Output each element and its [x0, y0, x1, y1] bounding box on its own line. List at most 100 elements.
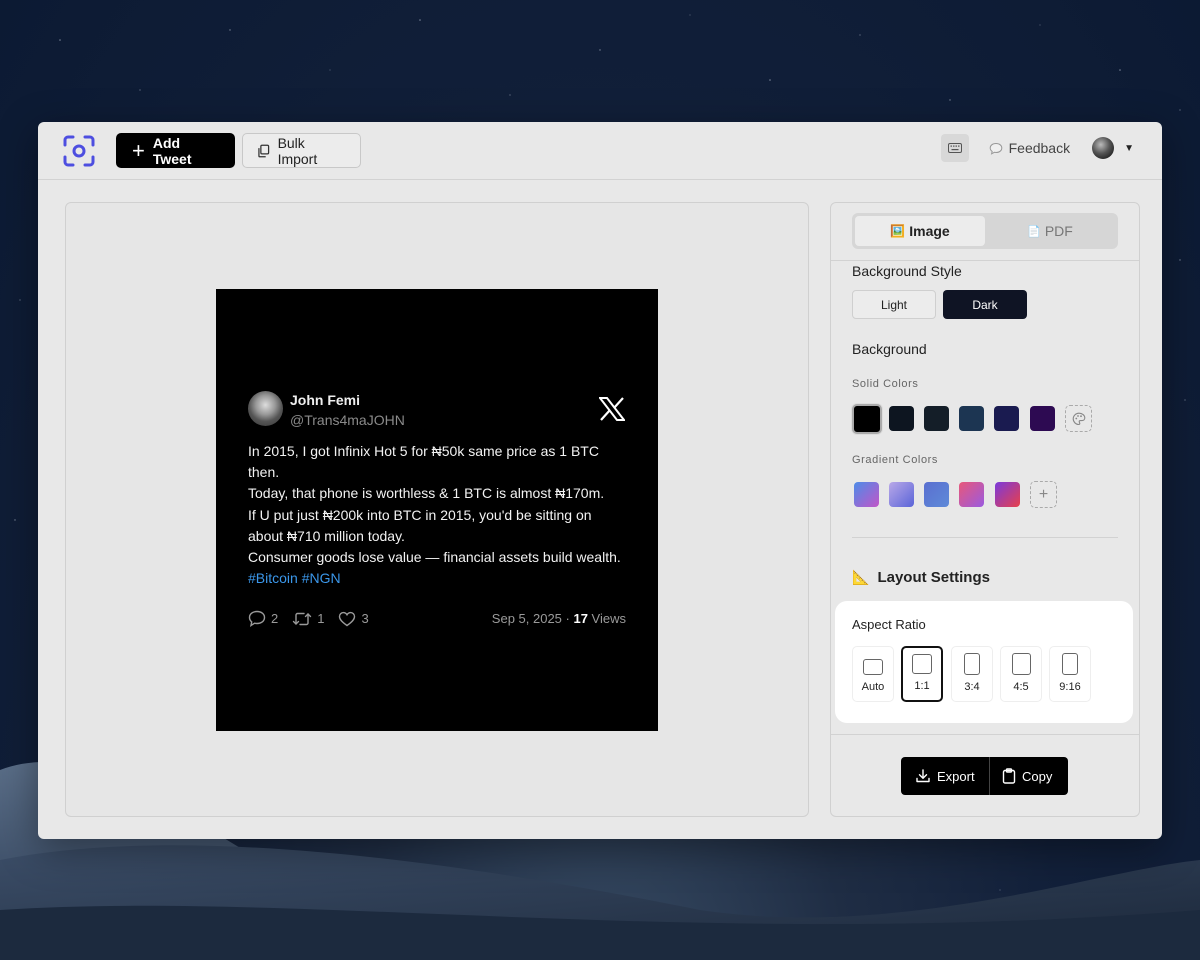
divider: [831, 260, 1139, 261]
solid-color-swatch[interactable]: [924, 406, 949, 431]
bulk-import-label: Bulk Import: [277, 134, 318, 167]
feedback-label: Feedback: [1008, 140, 1071, 156]
aspect-ratio-card: Aspect Ratio Auto 1:1 3:4 4:5 9:16: [835, 601, 1133, 723]
divider: [831, 734, 1139, 735]
keyboard-shortcuts-button[interactable]: [940, 134, 969, 162]
bulk-import-button[interactable]: Bulk Import: [242, 133, 361, 168]
solid-colors-label: Solid Colors: [852, 378, 919, 390]
ratio-option-9-16[interactable]: 9:16: [1049, 646, 1091, 702]
tweet-text-line: then.: [248, 464, 280, 481]
keyboard-icon: [947, 143, 962, 153]
tweet-text-line: If U put just ₦200k into BTC in 2015, yo…: [248, 506, 592, 523]
background-title: Background: [852, 341, 927, 357]
layout-settings-label: Layout Settings: [877, 569, 990, 586]
toolbar-right-group: Feedback ▼: [940, 134, 1134, 162]
style-dark-button[interactable]: Dark: [943, 290, 1027, 319]
style-light-button[interactable]: Light: [852, 290, 936, 319]
top-toolbar: + Add Tweet Bulk Import Feedback ▼: [38, 122, 1162, 180]
retweet-icon: [293, 612, 312, 625]
add-gradient-button[interactable]: +: [1030, 481, 1057, 508]
gradient-color-swatch[interactable]: [924, 482, 949, 507]
copy-label: Copy: [1022, 768, 1053, 784]
settings-panel: 🖼️ Image 📄 PDF Background Style Light Da…: [830, 202, 1140, 817]
ratio-label: 9:16: [1059, 681, 1081, 693]
tweet-text-line: about ₦710 million today.: [248, 527, 405, 544]
ratio-option-4-5[interactable]: 4:5: [1000, 646, 1042, 702]
ratio-label: Auto: [861, 681, 885, 693]
speech-bubble-icon: [989, 142, 1002, 155]
ratio-shape-icon: [912, 654, 932, 674]
export-label: Export: [937, 768, 975, 784]
ratio-shape-icon: [964, 653, 980, 675]
app-window: + Add Tweet Bulk Import Feedback ▼ John …: [38, 122, 1162, 839]
ratio-label: 4:5: [1013, 681, 1029, 693]
copy-docs-icon: [258, 144, 270, 157]
add-tweet-button[interactable]: + Add Tweet: [116, 133, 235, 168]
gradient-color-swatch[interactable]: [959, 482, 984, 507]
download-icon: [916, 769, 930, 783]
export-actions: Export Copy: [901, 757, 1068, 795]
solid-color-swatch[interactable]: [994, 406, 1019, 431]
tweet-card[interactable]: John Femi @Trans4maJOHN In 2015, I got I…: [216, 289, 658, 731]
solid-color-swatch[interactable]: [852, 404, 882, 434]
chevron-down-icon[interactable]: ▼: [1124, 143, 1134, 154]
tweet-footer: 2 1 3 Sep 5, 2025 · 17 Views: [248, 610, 626, 627]
background-style-title: Background Style: [852, 263, 962, 279]
retweet-stat: 1: [292, 611, 324, 627]
tweet-text: In 2015, I got Infinix Hot 5 for ₦50k sa…: [248, 441, 638, 589]
plus-icon: +: [132, 137, 145, 163]
preview-canvas: John Femi @Trans4maJOHN In 2015, I got I…: [65, 202, 809, 817]
user-avatar[interactable]: [1092, 137, 1115, 159]
reply-count: 2: [271, 611, 279, 626]
tweet-author-handle: @Trans4maJOHN: [290, 412, 405, 428]
like-count: 3: [361, 611, 369, 626]
ratio-label: 3:4: [964, 681, 980, 693]
ratio-shape-icon: [1062, 653, 1078, 675]
views-count: 17: [573, 611, 588, 626]
screenshot-logo-icon[interactable]: [62, 134, 96, 168]
tab-image[interactable]: 🖼️ Image: [855, 216, 985, 246]
tweet-date: Sep 5, 2025 ·: [491, 611, 574, 626]
picture-icon: 🖼️: [890, 224, 906, 238]
export-format-tabs: 🖼️ Image 📄 PDF: [852, 213, 1118, 249]
layout-settings-title: 📐 Layout Settings: [852, 569, 990, 586]
copy-button[interactable]: Copy: [989, 757, 1068, 795]
add-tweet-label: Add Tweet: [152, 134, 192, 167]
tweet-text-line: Consumer goods lose value — financial as…: [248, 549, 621, 566]
divider: [852, 537, 1118, 538]
ratio-label: 1:1: [914, 680, 930, 692]
ratio-shape-icon: [1011, 653, 1031, 675]
tweet-text-line: In 2015, I got Infinix Hot 5 for ₦50k sa…: [248, 443, 599, 459]
gradient-color-swatch[interactable]: [889, 482, 914, 507]
gradient-color-swatch[interactable]: [854, 482, 879, 507]
ratio-option-3-4[interactable]: 3:4: [951, 646, 993, 702]
tab-pdf-label: PDF: [1044, 223, 1073, 239]
reply-icon: [248, 610, 266, 627]
tab-image-label: Image: [909, 223, 950, 239]
ratio-shape-icon: [863, 659, 883, 675]
gradient-color-swatch[interactable]: [995, 482, 1020, 507]
gradient-colors-label: Gradient Colors: [852, 454, 939, 466]
retweet-count: 1: [317, 611, 325, 626]
custom-color-button[interactable]: [1065, 405, 1092, 432]
export-button[interactable]: Export: [901, 757, 989, 795]
solid-color-swatch[interactable]: [1030, 406, 1055, 431]
solid-color-swatch[interactable]: [959, 406, 984, 431]
tweet-author-name: John Femi: [290, 392, 361, 408]
views-label: Views: [587, 611, 626, 626]
x-logo-icon: [599, 397, 625, 421]
tab-pdf[interactable]: 📄 PDF: [985, 216, 1115, 246]
feedback-button[interactable]: Feedback: [989, 140, 1070, 156]
tweet-meta: Sep 5, 2025 · 17 Views: [492, 611, 626, 626]
document-icon: 📄: [1027, 225, 1041, 238]
reply-stat: 2: [248, 610, 278, 627]
palette-icon: [1072, 412, 1085, 425]
plus-icon: +: [1038, 485, 1049, 503]
solid-color-swatch[interactable]: [889, 406, 914, 431]
ratio-option-1-1[interactable]: 1:1: [901, 646, 943, 702]
clipboard-icon: [1002, 768, 1016, 784]
tweet-hashtags: #Bitcoin #NGN: [248, 570, 341, 587]
ratio-option-auto[interactable]: Auto: [852, 646, 894, 702]
tweet-text-line: Today, that phone is worthless & 1 BTC i…: [248, 485, 605, 502]
aspect-ratio-title: Aspect Ratio: [852, 617, 926, 632]
